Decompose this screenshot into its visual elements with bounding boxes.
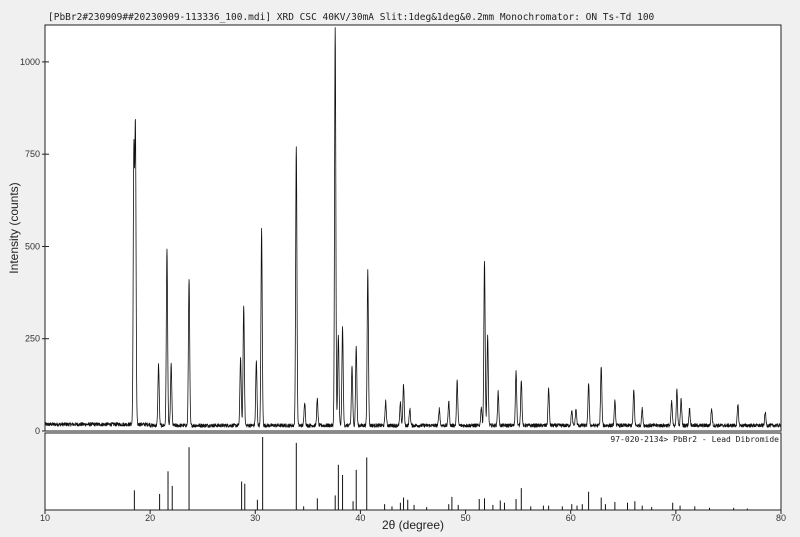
y-axis-label: Intensity (counts)	[7, 182, 21, 273]
x-tick-label: 60	[566, 513, 576, 523]
main-panel	[44, 24, 782, 432]
y-tick-label: 0	[35, 426, 40, 436]
x-tick-label: 80	[776, 513, 786, 523]
reference-label: 97-020-2134> PbBr2 - Lead Dibromide	[610, 435, 779, 444]
xrd-plot: 0 250 500 750 1000 10 20 30 40 50 60 70 80 Intensit…	[7, 24, 786, 532]
x-tick-label: 30	[250, 513, 260, 523]
reference-panel	[44, 432, 782, 511]
x-tick-label: 70	[671, 513, 681, 523]
x-axis-label: 2θ (degree)	[382, 518, 444, 532]
y-tick-label: 500	[25, 241, 40, 251]
x-tick-label: 10	[40, 513, 50, 523]
y-tick-label: 250	[25, 334, 40, 344]
y-tick-label: 750	[25, 149, 40, 159]
x-tick-label: 40	[355, 513, 365, 523]
y-tick-label: 1000	[20, 57, 40, 67]
x-tick-label: 50	[461, 513, 471, 523]
x-tick-label: 20	[145, 513, 155, 523]
